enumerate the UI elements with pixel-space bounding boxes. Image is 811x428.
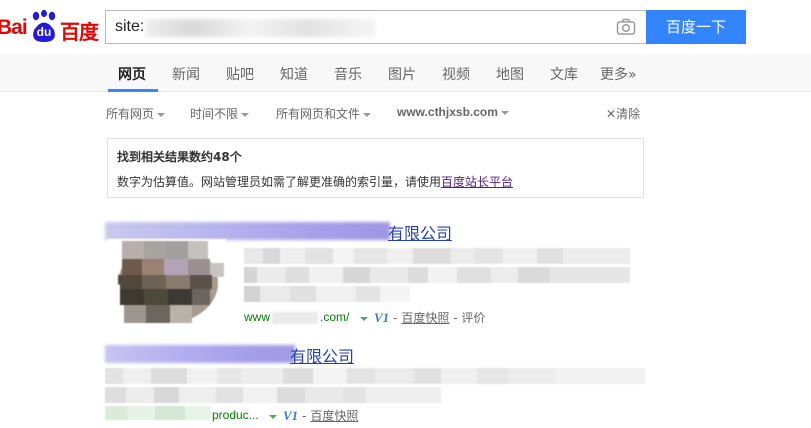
tab-map[interactable]: 地图 [496,64,524,84]
redacted-query [146,19,376,37]
filter-time[interactable]: 时间不限 [190,105,250,122]
dropdown-arrow-icon [157,112,166,117]
result-2-title[interactable]: 有限公司 [290,343,354,367]
result-1-title[interactable]: 有限公司 [388,220,452,244]
result-1-thumbnail[interactable] [108,239,226,325]
filter-site-label: www.cthjxsb.com [397,105,498,119]
separator: - [453,311,458,325]
v1-badge-icon[interactable]: V1 [374,310,389,325]
result-1-url-start: www [244,310,270,324]
url-dropdown-icon[interactable] [360,316,368,321]
result-1-meta: V1- 百度快照 - 评价 [356,309,485,326]
logo-text-bai: Bai [0,16,28,39]
result-1-url-tail: .com/ [320,310,350,324]
separator: - [302,409,307,423]
result-1-cache-link[interactable]: 百度快照 [401,311,449,325]
baidu-logo[interactable]: Bai du 百度 [0,6,100,46]
tab-video[interactable]: 视频 [442,64,470,84]
search-tabs: 网页 新闻 贴吧 知道 音乐 图片 视频 地图 文库 更多» [0,54,811,92]
tab-more[interactable]: 更多» [600,64,637,84]
v1-badge-icon[interactable]: V1 [283,408,298,423]
filter-time-label: 时间不限 [190,107,239,121]
filter-file-type[interactable]: 所有网页和文件 [276,105,372,122]
logo-text-du: du [36,25,52,39]
redacted-url [105,406,211,420]
filter-all-pages-label: 所有网页 [106,107,155,121]
filter-all-pages[interactable]: 所有网页 [106,105,166,122]
tab-zhidao[interactable]: 知道 [280,64,308,84]
result-count-box: 找到相关结果数约48个 数字为估算值。网站管理员如需了解更准确的索引量，请使用百… [107,138,644,198]
search-query-text: site: [115,18,145,35]
tab-tieba[interactable]: 贴吧 [226,64,254,84]
tab-wenku[interactable]: 文库 [550,64,578,84]
search-button[interactable]: 百度一下 [646,10,746,44]
separator: - [393,311,398,325]
webmaster-platform-link[interactable]: 百度站长平台 [441,175,513,189]
redacted-snippet-line [244,248,630,264]
result-count: 找到相关结果数约48个 [117,150,242,164]
tab-music[interactable]: 音乐 [334,64,362,84]
result-2-meta: V1- 百度快照 [265,407,358,424]
dropdown-arrow-icon [500,110,509,115]
clear-filters-button[interactable]: ✕清除 [606,105,640,122]
redacted-title-1 [105,222,390,240]
result-2-cache-link[interactable]: 百度快照 [310,409,358,423]
redacted-snippet-line [105,387,441,403]
url-dropdown-icon[interactable] [269,414,277,419]
logo-text-cn: 百度 [60,20,99,44]
tab-news[interactable]: 新闻 [172,64,200,84]
redacted-snippet-line [244,286,410,302]
dropdown-arrow-icon [363,112,372,117]
header: Bai du 百度 site: 百度一下 [0,0,811,54]
blurred-image [108,239,226,325]
result-1-review-link[interactable]: 评价 [461,311,485,325]
result-2-url[interactable]: produc... [212,408,259,422]
filter-bar: 所有网页 时间不限 所有网页和文件 www.cthjxsb.com ✕清除 [0,92,811,134]
dropdown-arrow-icon [241,112,250,117]
tab-images[interactable]: 图片 [388,64,416,84]
result-1-url[interactable]: www .com/ [244,310,349,324]
redacted-domain [272,311,318,324]
camera-icon[interactable] [616,18,636,36]
index-note-text: 数字为估算值。网站管理员如需了解更准确的索引量，请使用 [117,175,442,189]
redacted-snippet-line [105,368,645,384]
index-note: 数字为估算值。网站管理员如需了解更准确的索引量，请使用百度站长平台 [117,173,513,190]
clear-label: 清除 [616,107,641,121]
tab-webpage[interactable]: 网页 [118,64,146,84]
close-icon: ✕ [606,107,617,121]
filter-site[interactable]: www.cthjxsb.com [397,105,509,119]
redacted-title-2 [105,345,295,363]
redacted-snippet-line [244,267,631,283]
search-input[interactable]: site: [105,10,647,44]
filter-file-type-label: 所有网页和文件 [276,107,361,121]
